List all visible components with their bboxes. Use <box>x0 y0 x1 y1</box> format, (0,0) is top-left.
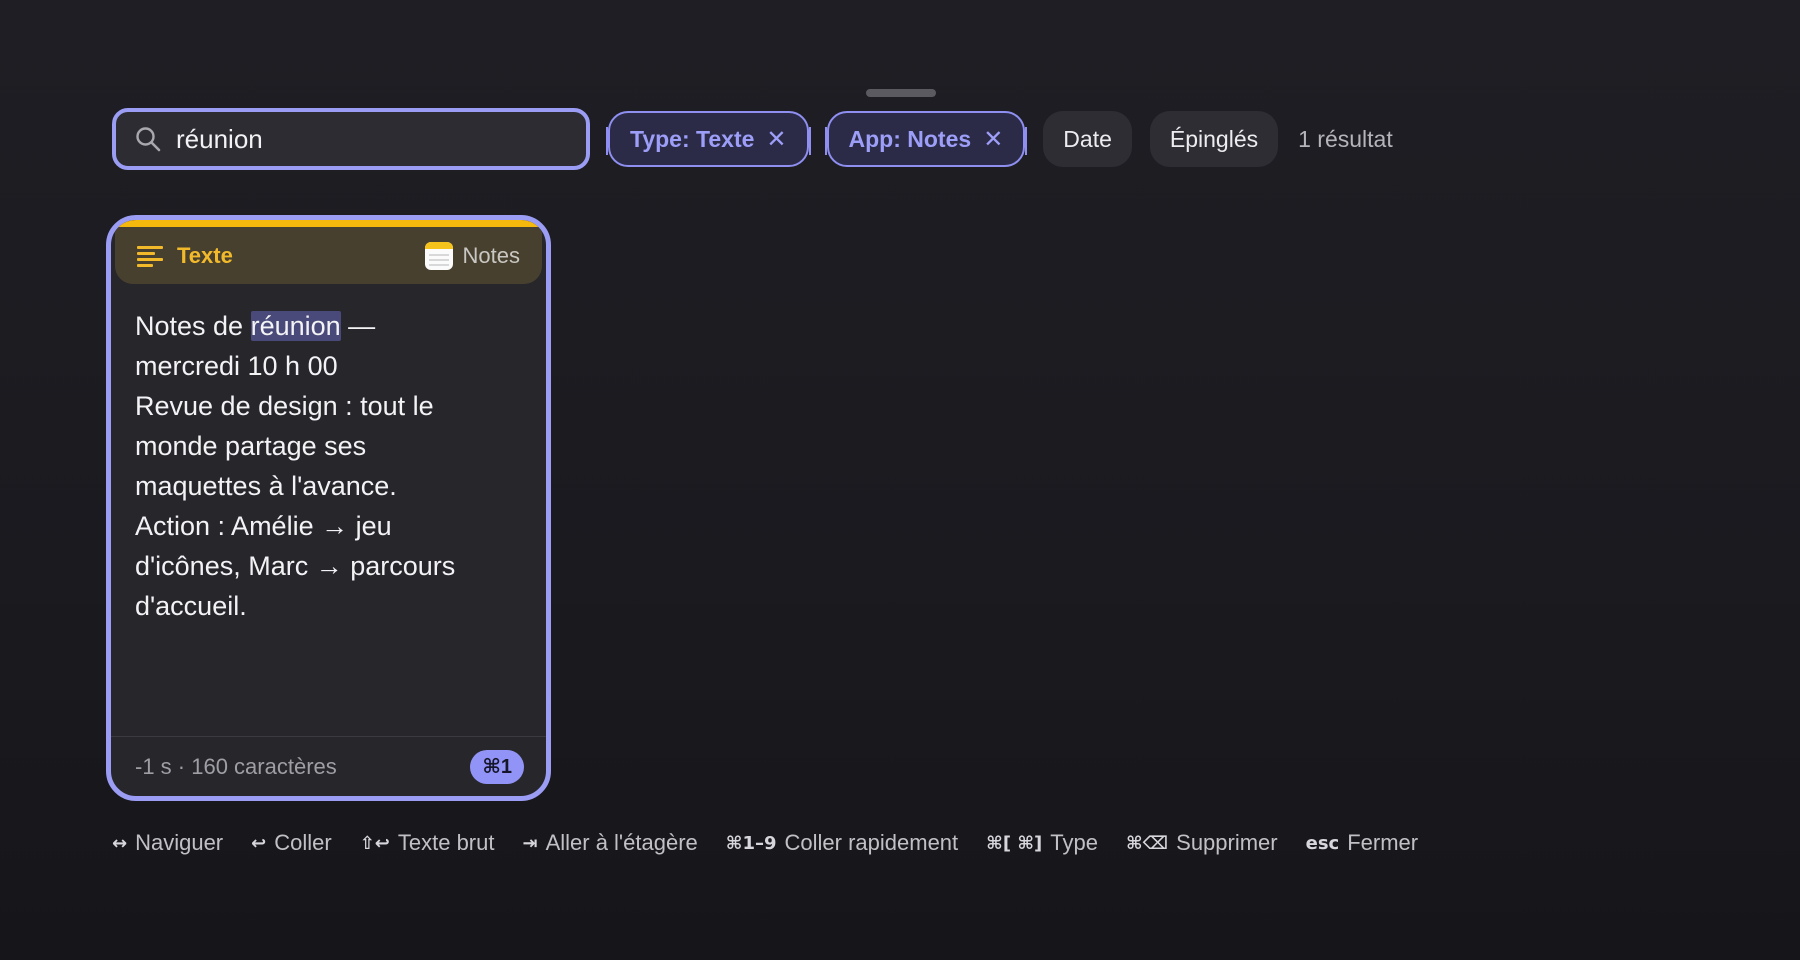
card-type-label: Texte <box>177 242 233 268</box>
notes-app-icon <box>424 241 453 270</box>
card-header: Texte Notes <box>115 227 542 284</box>
search-field[interactable] <box>112 108 590 170</box>
filter-chip-date[interactable]: Date <box>1043 111 1132 167</box>
text-lines-icon <box>137 245 163 267</box>
hint-label: Coller rapidement <box>784 830 959 855</box>
filter-chip-app[interactable]: App: Notes ✕ <box>824 111 1028 167</box>
card-type: Texte <box>137 243 233 269</box>
remove-filter-app-icon[interactable]: ✕ <box>983 125 1003 154</box>
hint-key: ↩ <box>251 832 267 854</box>
hint-label: Naviguer <box>135 830 224 855</box>
hint-key: ⌘[ ⌘] <box>986 832 1043 854</box>
hint-key: ⇥ <box>522 832 538 854</box>
card-source-app: Notes <box>424 241 520 270</box>
hint-type: ⌘[ ⌘] Type <box>986 830 1098 856</box>
card-text-after: — mercredi 10 h 00 Revue de design : tou… <box>135 311 456 621</box>
hint-label: Type <box>1050 830 1098 855</box>
hint-label: Aller à l'étagère <box>545 830 698 855</box>
drag-handle[interactable] <box>866 89 936 97</box>
search-match-highlight: réunion <box>250 311 341 341</box>
remove-filter-type-icon[interactable]: ✕ <box>766 125 786 154</box>
hint-close: esc Fermer <box>1306 830 1418 856</box>
card-content: Notes de réunion — mercredi 10 h 00 Revu… <box>111 284 546 746</box>
hint-label: Texte brut <box>397 830 495 855</box>
hint-key: ↔ <box>112 832 128 854</box>
card-meta: -1 s · 160 caractères <box>135 753 337 779</box>
clip-card[interactable]: Texte Notes Notes de réunion — mercredi … <box>106 215 551 801</box>
results-count: 1 résultat <box>1298 125 1393 152</box>
search-icon <box>136 127 161 152</box>
filter-chip-pinned[interactable]: Épinglés <box>1149 111 1279 167</box>
hint-label: Supprimer <box>1176 830 1278 855</box>
hint-label: Fermer <box>1347 830 1419 855</box>
hint-label: Coller <box>274 830 332 855</box>
clipboard-history-panel: Type: Texte ✕ App: Notes ✕ Date Épinglés… <box>0 0 1800 960</box>
hint-key: esc <box>1305 832 1340 854</box>
filter-chip-app-label: App: Notes <box>848 125 972 152</box>
card-type-stripe <box>111 220 546 227</box>
hint-go-to-shelf: ⇥ Aller à l'étagère <box>522 830 697 856</box>
filter-chip-type[interactable]: Type: Texte ✕ <box>606 111 811 167</box>
filter-bar: Type: Texte ✕ App: Notes ✕ Date Épinglés… <box>112 108 1393 170</box>
hint-key: ⌘⌫ <box>1125 832 1169 854</box>
card-app-label: Notes <box>462 242 520 268</box>
card-text-before: Notes de <box>135 311 251 341</box>
quick-paste-shortcut-badge: ⌘1 <box>470 749 524 784</box>
hint-quick-paste: ⌘1–9 Coller rapidement <box>726 830 958 856</box>
hint-plain-text: ⇧↩ Texte brut <box>360 830 495 856</box>
hint-key: ⌘1–9 <box>725 832 777 854</box>
hint-key: ⇧↩ <box>359 832 390 854</box>
hint-navigate: ↔ Naviguer <box>112 830 223 856</box>
card-footer: -1 s · 160 caractères ⌘1 <box>111 736 546 796</box>
search-input[interactable] <box>176 123 556 155</box>
hint-delete: ⌘⌫ Supprimer <box>1126 830 1278 856</box>
keyboard-hints: ↔ Naviguer ↩ Coller ⇧↩ Texte brut ⇥ Alle… <box>112 830 1418 856</box>
hint-paste: ↩ Coller <box>251 830 332 856</box>
filter-chip-type-label: Type: Texte <box>630 125 755 152</box>
